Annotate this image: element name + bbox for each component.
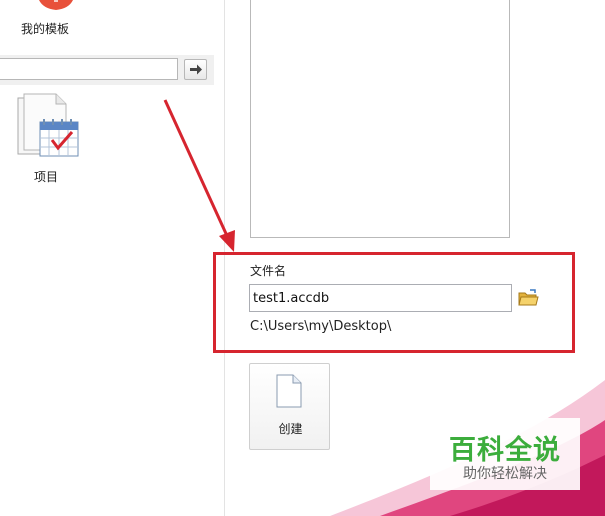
template-item-label: 项目 [33,170,58,184]
template-item-project[interactable]: 项目 [10,92,82,188]
create-button[interactable]: 创建 [249,363,330,450]
template-preview [250,0,510,238]
search-go-button[interactable] [184,59,207,80]
calendar-document-icon [17,93,79,157]
watermark-subtitle: 助你轻松解决 [463,466,547,482]
arrow-right-icon [190,64,202,75]
my-templates-label[interactable]: 我的模板 [0,20,90,37]
annotation-highlight-box [213,252,575,353]
create-button-label: 创建 [278,422,303,436]
template-pane: 我的模板 项目 [0,0,224,516]
watermark-logo: 百科全说 助你轻松解决 [430,418,580,490]
template-search-input[interactable] [0,58,178,80]
my-templates-icon[interactable] [35,0,77,12]
new-document-icon [276,374,302,408]
watermark-title: 百科全说 [449,435,561,466]
